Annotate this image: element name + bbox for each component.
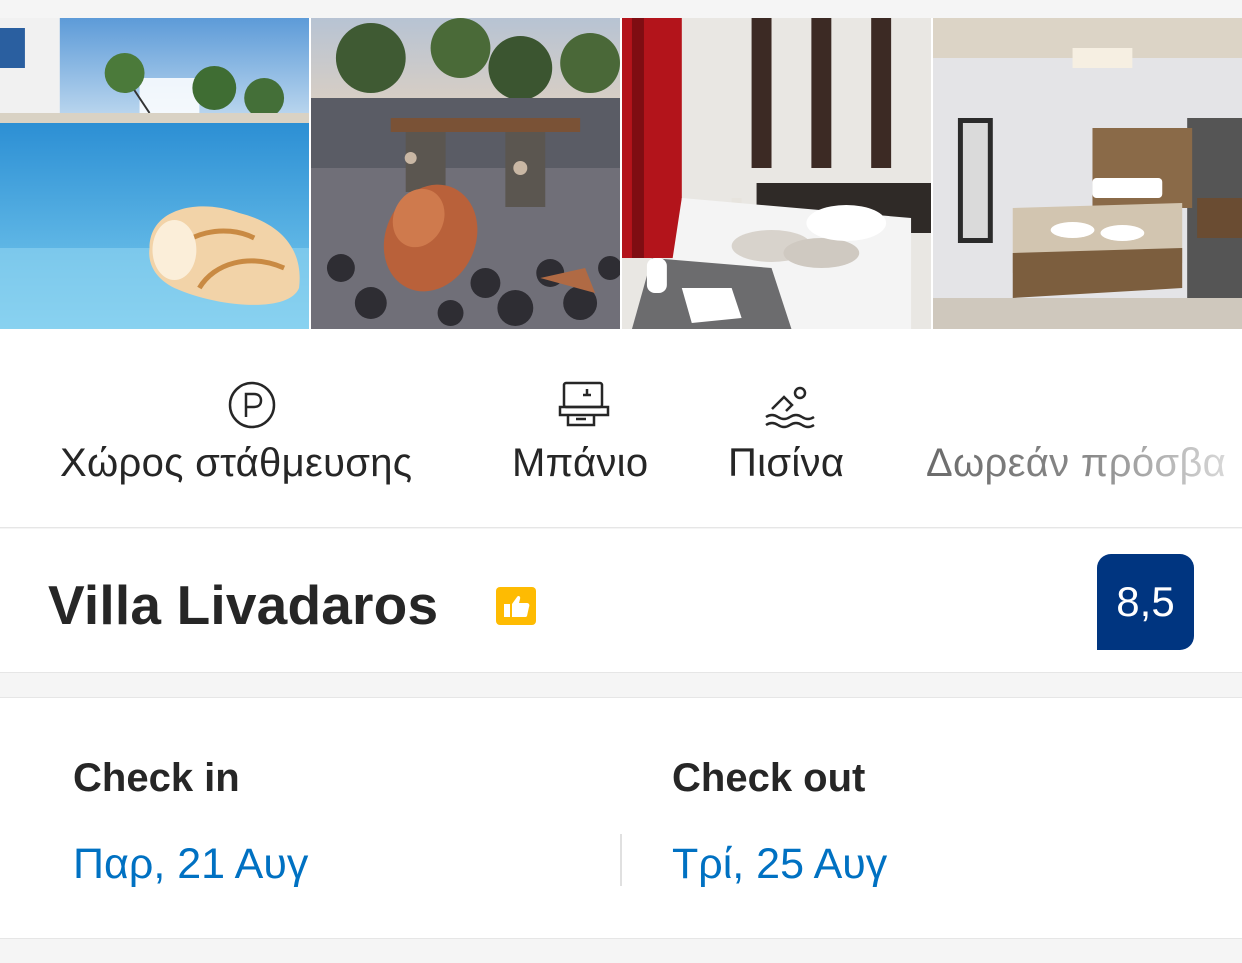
top-strip: [0, 0, 1242, 18]
thumbs-up-icon: [504, 595, 530, 617]
dates-section: Check in Παρ, 21 Αυγ Check out Τρί, 25 Α…: [0, 697, 1242, 939]
checkin-selector[interactable]: Check in Παρ, 21 Αυγ: [73, 698, 593, 940]
bathroom-sink-icon: [558, 381, 610, 427]
bedroom-wood-headboard-photo-icon: [933, 18, 1242, 329]
facility-label-pool: Πισίνα: [728, 441, 845, 485]
facility-bathroom[interactable]: Μπάνιο: [512, 329, 662, 527]
pool-shell-photo-icon: [0, 18, 309, 329]
checkin-label: Check in: [73, 756, 240, 800]
swimming-icon: [765, 386, 815, 429]
date-divider: [620, 834, 622, 886]
facility-label-free-access: Δωρεάν πρόσβα: [926, 441, 1227, 485]
photo-gallery[interactable]: [0, 18, 1242, 329]
photo-bedroom-wood[interactable]: [933, 18, 1242, 329]
facility-parking[interactable]: Χώρος στάθμευσης: [60, 329, 440, 527]
facility-label-bathroom: Μπάνιο: [512, 441, 649, 485]
preferred-partner-badge[interactable]: [496, 587, 536, 625]
review-score-badge[interactable]: 8,5: [1097, 554, 1194, 650]
checkout-label: Check out: [672, 756, 866, 800]
hotel-title-row: Villa Livadaros 8,5: [0, 529, 1242, 673]
parking-icon: [228, 381, 276, 429]
photo-garden-amphora[interactable]: [311, 18, 620, 329]
hotel-name: Villa Livadaros: [48, 574, 439, 636]
bottom-strip: [0, 939, 1242, 963]
photo-pool-shell[interactable]: [0, 18, 309, 329]
facility-label-parking: Χώρος στάθμευσης: [60, 441, 413, 485]
garden-amphora-photo-icon: [311, 18, 620, 329]
photo-bedroom-red[interactable]: [622, 18, 931, 329]
checkin-date[interactable]: Παρ, 21 Αυγ: [73, 840, 308, 889]
bedroom-red-curtain-photo-icon: [622, 18, 931, 329]
checkout-selector[interactable]: Check out Τρί, 25 Αυγ: [672, 698, 1192, 940]
checkout-date[interactable]: Τρί, 25 Αυγ: [672, 840, 887, 889]
facilities-row[interactable]: Χώρος στάθμευσης Μπάνιο Πισίνα Δωρεάν πρ…: [0, 329, 1242, 528]
section-gap: [0, 673, 1242, 697]
facility-pool[interactable]: Πισίνα: [728, 329, 858, 527]
facility-free-access[interactable]: Δωρεάν πρόσβα: [926, 329, 1242, 527]
